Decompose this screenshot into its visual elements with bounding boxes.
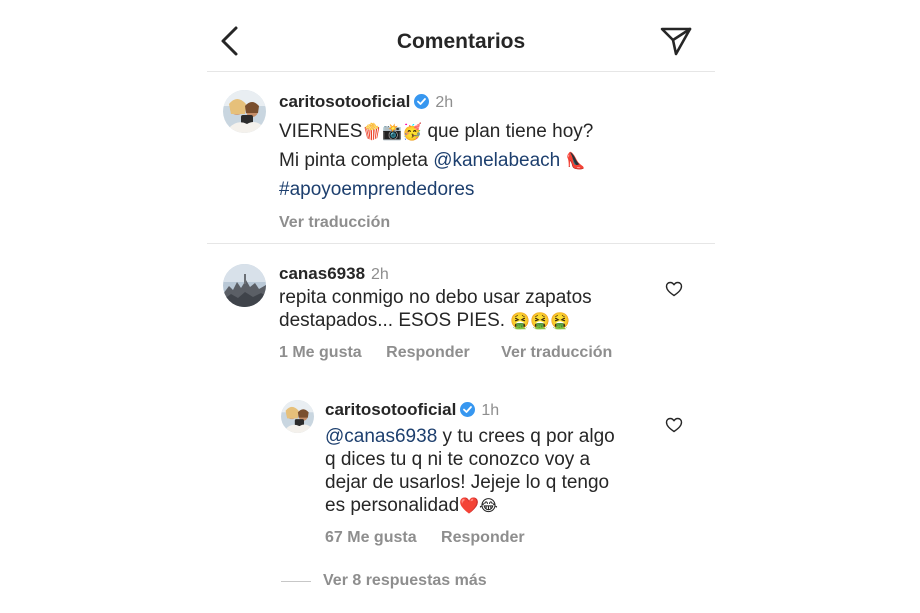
caption-time: 2h [435,94,454,111]
comment-text: destapados... ESOS PIES. [279,310,506,331]
heart-icon[interactable] [665,280,683,298]
likes-count[interactable]: 1 Me gusta [279,344,362,361]
reply-text: es personalidad [325,495,460,516]
caption-actions: Ver traducción [279,214,659,232]
section-divider [207,243,715,244]
reply-line-1: @canas6938 y tu crees q por algo [325,425,655,448]
caption-text: VIERNES [279,121,363,142]
caption-emojis: 🍿📸🥳 [362,124,423,141]
mention-link[interactable]: @canas6938 [325,426,437,447]
caption-line-3: #apoyoemprendedores [279,176,659,204]
see-translation-button[interactable]: Ver traducción [279,214,390,231]
comment-header: canas6938 2h [279,264,659,286]
heart-icon[interactable] [665,416,683,434]
view-more-replies-label[interactable]: Ver 8 respuestas más [323,572,487,590]
caption-line-1: VIERNES🍿📸🥳 que plan tiene hoy? [279,118,659,147]
avatar[interactable] [223,264,266,307]
divider-dash [281,580,311,582]
comment-username[interactable]: canas6938 [279,264,365,283]
reply-header: caritosotooficial 1h [325,400,655,422]
reply-text: y tu crees q por algo [442,426,615,447]
reply-button[interactable]: Responder [441,529,525,546]
reply-line-2: q dices tu q ni te conozco voy a [325,449,591,470]
avatar[interactable] [223,90,266,133]
caption-header: caritosotooficial 2h [279,92,659,114]
hashtag-link[interactable]: #apoyoemprendedores [279,179,474,200]
caption: caritosotooficial 2h VIERNES🍿📸🥳 que plan … [279,92,659,232]
paper-plane-icon[interactable] [659,25,693,57]
page-title: Comentarios [396,30,526,53]
mention-link[interactable]: @kanelabeach [433,150,560,171]
header-divider [207,71,715,72]
avatar[interactable] [281,400,314,433]
comment-line-1: repita conmigo no debo usar zapatos [279,287,592,308]
caption-text: que plan tiene hoy? [427,121,594,142]
reply-time: 1h [481,402,500,419]
see-translation-button[interactable]: Ver traducción [501,344,612,361]
reply-actions: 67 Me gusta Responder [325,529,655,547]
verified-badge-icon [414,94,430,114]
likes-count[interactable]: 67 Me gusta [325,529,417,546]
caption-text: Mi pinta completa [279,150,428,171]
reply-username[interactable]: caritosotooficial [325,400,456,419]
view-more-replies[interactable]: Ver 8 respuestas más [281,572,487,590]
reply-button[interactable]: Responder [386,344,470,361]
caption-line-2: Mi pinta completa @kanelabeach 👠 [279,147,659,176]
reply-line-4: es personalidad❤️😂 [325,494,655,518]
reply-emojis: ❤️😂 [459,498,498,515]
comment: canas6938 2h repita conmigo no debo usar … [279,264,659,362]
comment-emojis: 🤮🤮🤮 [510,313,571,330]
header: Comentarios [207,0,715,71]
comment-line-2: destapados... ESOS PIES. 🤮🤮🤮 [279,309,659,334]
reply-comment: caritosotooficial 1h @canas6938 y tu cree… [325,400,655,547]
verified-badge-icon [460,402,476,422]
reply-line-3: dejar de usarlos! Jejeje lo q tengo [325,472,610,493]
comment-time: 2h [371,266,389,283]
comment-actions: 1 Me gusta Responder Ver traducción [279,344,659,362]
comments-screen: Comentarios caritosotooficial 2h VIERNES🍿… [0,0,920,613]
caption-emoji: 👠 [565,153,586,170]
caption-username[interactable]: caritosotooficial [279,92,410,111]
